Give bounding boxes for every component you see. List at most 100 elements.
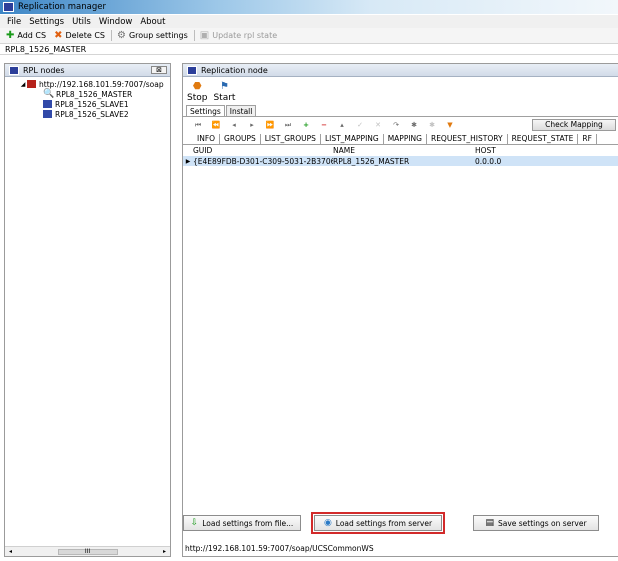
refresh-icon[interactable]: ↷ — [387, 121, 405, 129]
last-record-icon[interactable]: ⏭ — [279, 121, 297, 130]
cell-host[interactable]: 0.0.0.0 — [475, 157, 605, 166]
first-record-icon[interactable]: ⏮ — [189, 121, 207, 130]
stop-label: Stop — [187, 93, 208, 103]
replication-node-header: Replication node — [183, 64, 618, 77]
tree-root-label: http://192.168.101.59:7007/soap — [39, 79, 164, 89]
tab-request-history[interactable]: REQUEST_HISTORY — [427, 134, 508, 144]
save-icon: ▤ — [485, 518, 494, 528]
prior-record-icon[interactable]: ◂ — [225, 121, 243, 129]
refresh-icon: ▣ — [199, 29, 210, 41]
menu-file[interactable]: File — [7, 17, 21, 27]
delete-cs-button[interactable]: ✖ Delete CS — [54, 29, 105, 41]
tab-list-mapping[interactable]: LIST_MAPPING — [321, 134, 384, 144]
save-settings-on-server-button[interactable]: ▤ Save settings on server — [473, 515, 599, 531]
tab-list-groups[interactable]: LIST_GROUPS — [261, 134, 321, 144]
post-edit-icon[interactable]: ✓ — [351, 121, 369, 129]
rpl-nodes-panel: RPL nodes ⊠ ◢ http://192.168.101.59:7007… — [4, 63, 171, 557]
data-tabs: INFO GROUPS LIST_GROUPS LIST_MAPPING MAP… — [183, 134, 618, 145]
replication-node-panel: Replication node ⬣ Stop ⚑ Start Settings… — [182, 63, 618, 557]
replication-node-title: Replication node — [201, 65, 268, 75]
tab-request-state[interactable]: REQUEST_STATE — [508, 134, 579, 144]
delete-record-icon[interactable]: − — [315, 121, 333, 129]
plus-icon: ✚ — [6, 29, 15, 41]
panel-icon — [9, 65, 19, 75]
server-icon: ◉ — [323, 518, 332, 528]
flag-icon: ⚑ — [219, 81, 229, 92]
edit-record-icon[interactable]: ▴ — [333, 121, 351, 129]
menu-settings[interactable]: Settings — [29, 17, 64, 27]
replica-node-icon — [43, 110, 52, 118]
tab-info[interactable]: INFO — [193, 134, 221, 144]
group-settings-label: Group settings — [128, 31, 188, 40]
collapse-arrow-icon[interactable]: ◢ — [19, 81, 27, 88]
insert-record-icon[interactable]: + — [297, 121, 315, 129]
window-titlebar: Replication manager — [0, 0, 618, 14]
load-file-label: Load settings from file... — [202, 518, 294, 528]
row-indicator-icon: ▶ — [185, 157, 191, 165]
column-name[interactable]: NAME — [333, 146, 475, 156]
tree-item-master[interactable]: 🔍 RPL8_1526_MASTER — [5, 89, 170, 99]
close-icon[interactable]: ⊠ — [151, 66, 167, 74]
scroll-right-icon[interactable]: ▸ — [163, 548, 166, 555]
menu-about[interactable]: About — [140, 17, 165, 27]
window-title: Replication manager — [18, 2, 106, 12]
grid-navigator: ⏮ ⏪ ◂ ▸ ⏩ ⏭ + − ▴ ✓ ✕ ↷ ✱ ✱ ▼ Check Mapp… — [183, 118, 618, 132]
rpl-nodes-header: RPL nodes ⊠ — [5, 64, 170, 77]
update-rpl-state-button[interactable]: ▣ Update rpl state — [199, 29, 278, 41]
delete-icon: ✖ — [54, 29, 63, 41]
next-record-icon[interactable]: ▸ — [243, 121, 261, 129]
grid-header: GUID NAME HOST — [183, 146, 618, 156]
connection-url: http://192.168.101.59:7007/soap/UCSCommo… — [185, 544, 374, 553]
group-settings-button[interactable]: ⚙ Group settings — [116, 29, 188, 41]
start-button[interactable]: ⚑ Start — [213, 81, 235, 103]
tree-item-slave1[interactable]: RPL8_1526_SLAVE1 — [5, 99, 170, 109]
tree-item-label: RPL8_1526_SLAVE1 — [55, 99, 129, 109]
save-server-label: Save settings on server — [497, 518, 587, 528]
prior-page-icon[interactable]: ⏪ — [207, 121, 225, 129]
tab-rf[interactable]: RF — [578, 134, 597, 144]
load-file-icon: ⇩ — [190, 518, 199, 528]
tab-install[interactable]: Install — [225, 105, 257, 116]
scroll-thumb[interactable]: III — [57, 548, 118, 555]
tab-groups[interactable]: GROUPS — [220, 134, 261, 144]
tree-item-slave2[interactable]: RPL8_1526_SLAVE2 — [5, 109, 170, 119]
table-row[interactable]: ▶ {E4E89FDB-D301-C309-5031-2B3706C RPL8_… — [183, 156, 618, 166]
bookmark-icon[interactable]: ✱ — [405, 121, 423, 129]
gear-icon: ⚙ — [116, 29, 126, 41]
tab-mapping[interactable]: MAPPING — [384, 134, 427, 144]
tree-root[interactable]: ◢ http://192.168.101.59:7007/soap — [5, 79, 170, 89]
add-cs-button[interactable]: ✚ Add CS — [6, 29, 47, 41]
check-mapping-button[interactable]: Check Mapping — [532, 119, 616, 131]
stop-icon: ⬣ — [192, 81, 202, 92]
load-settings-from-file-button[interactable]: ⇩ Load settings from file... — [183, 515, 301, 531]
current-node-label: RPL8_1526_MASTER — [0, 43, 618, 55]
goto-bookmark-icon[interactable]: ✱ — [423, 121, 441, 129]
cell-guid[interactable]: {E4E89FDB-D301-C309-5031-2B3706C — [193, 157, 333, 166]
add-cs-label: Add CS — [17, 31, 47, 40]
cancel-edit-icon[interactable]: ✕ — [369, 121, 387, 129]
horizontal-scrollbar[interactable]: ◂ III ▸ — [5, 546, 170, 556]
filter-icon[interactable]: ▼ — [441, 121, 459, 129]
next-page-icon[interactable]: ⏩ — [261, 121, 279, 129]
menu-bar: File Settings Utils Window About — [0, 15, 618, 28]
column-host[interactable]: HOST — [475, 146, 605, 156]
stop-button[interactable]: ⬣ Stop — [187, 81, 207, 103]
replica-node-icon — [43, 100, 52, 108]
rpl-nodes-title: RPL nodes — [23, 65, 65, 75]
tab-settings[interactable]: Settings — [186, 105, 225, 116]
tree-item-label: RPL8_1526_SLAVE2 — [55, 109, 129, 119]
menu-utils[interactable]: Utils — [72, 17, 91, 27]
panel-icon — [187, 65, 197, 75]
menu-window[interactable]: Window — [99, 17, 133, 27]
load-server-label: Load settings from server — [335, 518, 433, 528]
delete-cs-label: Delete CS — [65, 31, 105, 40]
cell-name[interactable]: RPL8_1526_MASTER — [333, 157, 475, 166]
search-node-icon: 🔍 — [43, 89, 55, 99]
toolbar-separator — [193, 30, 195, 41]
toolbar-separator — [110, 30, 112, 41]
scroll-left-icon[interactable]: ◂ — [9, 548, 12, 555]
load-settings-from-server-button[interactable]: ◉ Load settings from server — [311, 512, 445, 534]
toolbar: ✚ Add CS ✖ Delete CS ⚙ Group settings ▣ … — [0, 28, 618, 43]
column-guid[interactable]: GUID — [193, 146, 333, 156]
update-rpl-state-label: Update rpl state — [212, 31, 278, 40]
